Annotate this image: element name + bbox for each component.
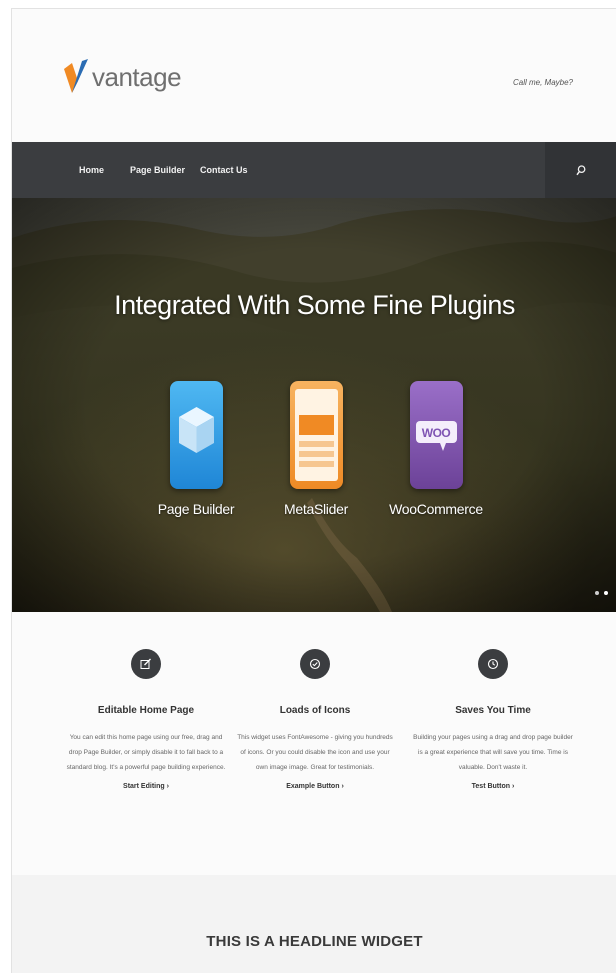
clock-icon [487, 658, 499, 670]
edit-icon [140, 658, 151, 669]
feature-icon-circle [300, 649, 330, 679]
plugin-label: Page Builder [157, 501, 235, 517]
check-circle-icon [309, 658, 321, 670]
site-logo[interactable]: vantage [64, 59, 182, 95]
site-header: vantage Call me, Maybe? [12, 9, 616, 142]
feature-saves-you-time: Saves You Time Building your pages using… [412, 649, 574, 793]
feature-title: Saves You Time [455, 705, 531, 716]
test-button-link[interactable]: Test Button › [472, 783, 515, 790]
main-navigation: Home Page Builder Contact Us [12, 142, 616, 198]
hero-slider: Integrated With Some Fine Plugins Page B… [12, 198, 616, 612]
feature-link-label: Start Editing [123, 783, 165, 790]
arrow-right-icon: › [166, 783, 169, 790]
arrow-right-icon: › [341, 783, 344, 790]
plugin-woocommerce[interactable]: WOO WooCommerce [376, 381, 496, 517]
feature-editable-home-page: Editable Home Page You can edit this hom… [65, 649, 227, 793]
woocommerce-icon: WOO [409, 381, 463, 489]
slider-pagination [595, 591, 608, 595]
example-button-link[interactable]: Example Button › [286, 783, 344, 790]
feature-text: Building your pages using a drag and dro… [413, 734, 573, 771]
vantage-logo-icon [64, 59, 88, 93]
hero-title: Integrated With Some Fine Plugins [114, 290, 515, 320]
nav-item-contact-us[interactable]: Contact Us [200, 165, 248, 175]
nav-item-home[interactable]: Home [79, 165, 104, 175]
headline-widget-title: THIS IS A HEADLINE WIDGET [206, 933, 423, 950]
headline-widget-section: THIS IS A HEADLINE WIDGET [12, 875, 616, 973]
plugin-label: WooCommerce [389, 501, 483, 517]
nav-item-page-builder[interactable]: Page Builder [130, 165, 185, 175]
feature-title: Editable Home Page [97, 705, 195, 716]
features-section: Editable Home Page You can edit this hom… [12, 612, 616, 874]
plugin-label: MetaSlider [284, 501, 348, 517]
feature-icon-circle [131, 649, 161, 679]
metaslider-icon [289, 381, 343, 489]
site-tagline: Call me, Maybe? [512, 78, 573, 87]
page-builder-icon [169, 381, 223, 489]
page-frame: vantage Call me, Maybe? Home Page Builde… [11, 8, 616, 973]
slide-dot-active[interactable] [604, 591, 608, 595]
plugin-page-builder[interactable]: Page Builder [136, 381, 256, 517]
logo-text: vantage [92, 61, 182, 92]
plugin-metaslider[interactable]: MetaSlider [256, 381, 376, 517]
arrow-right-icon: › [511, 783, 515, 790]
feature-link-label: Test Button [471, 783, 511, 790]
slide-dot[interactable] [595, 591, 599, 595]
woocommerce-badge-text: WOO [421, 426, 451, 440]
start-editing-link[interactable]: Start Editing › [123, 783, 169, 790]
nav-search-button[interactable] [545, 142, 616, 198]
feature-link-label: Example Button [286, 783, 340, 790]
feature-title: Loads of Icons [279, 705, 351, 716]
feature-text: This widget uses FontAwesome - giving yo… [237, 734, 393, 771]
feature-text: You can edit this home page using our fr… [66, 734, 226, 771]
feature-icon-circle [478, 649, 508, 679]
search-icon [576, 164, 586, 175]
feature-loads-of-icons: Loads of Icons This widget uses FontAwes… [234, 649, 396, 793]
